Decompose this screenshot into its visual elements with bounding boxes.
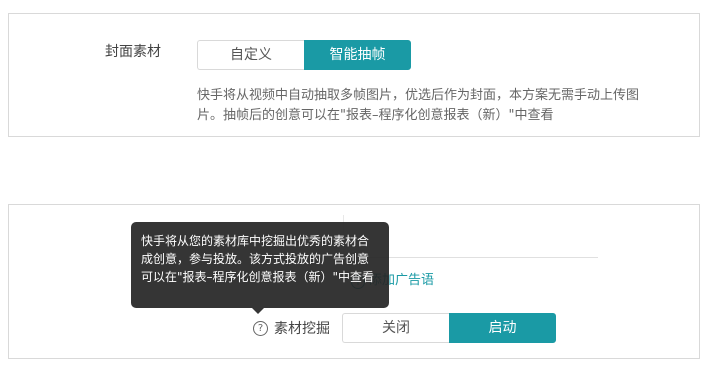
mining-on-button[interactable]: 启动 [449,313,556,343]
mining-off-button[interactable]: 关闭 [342,313,449,343]
cover-mode-switch: 自定义 智能抽帧 [197,40,411,70]
custom-cover-button[interactable]: 自定义 [197,40,304,70]
smart-frame-button[interactable]: 智能抽帧 [304,40,411,70]
cover-description: 快手将从视频中自动抽取多帧图片，优选后作为封面，本方案无需手动上传图片。抽帧后的… [197,88,640,123]
tooltip-arrow [252,308,264,314]
material-mining-label-row: ? 素材挖掘 [253,318,330,338]
material-mining-tooltip: 快手将从您的素材库中挖掘出优秀的素材合成创意，参与投放。该方式投放的广告创意可以… [131,222,389,308]
material-mining-label: 素材挖掘 [274,321,330,337]
material-mining-switch: 关闭 启动 [342,313,556,343]
cover-material-panel: 封面素材 自定义 智能抽帧 快手将从视频中自动抽取多帧图片，优选后作为封面，本方… [8,13,700,137]
cover-material-label: 封面素材 [105,44,161,60]
question-circle-icon[interactable]: ? [253,320,268,336]
